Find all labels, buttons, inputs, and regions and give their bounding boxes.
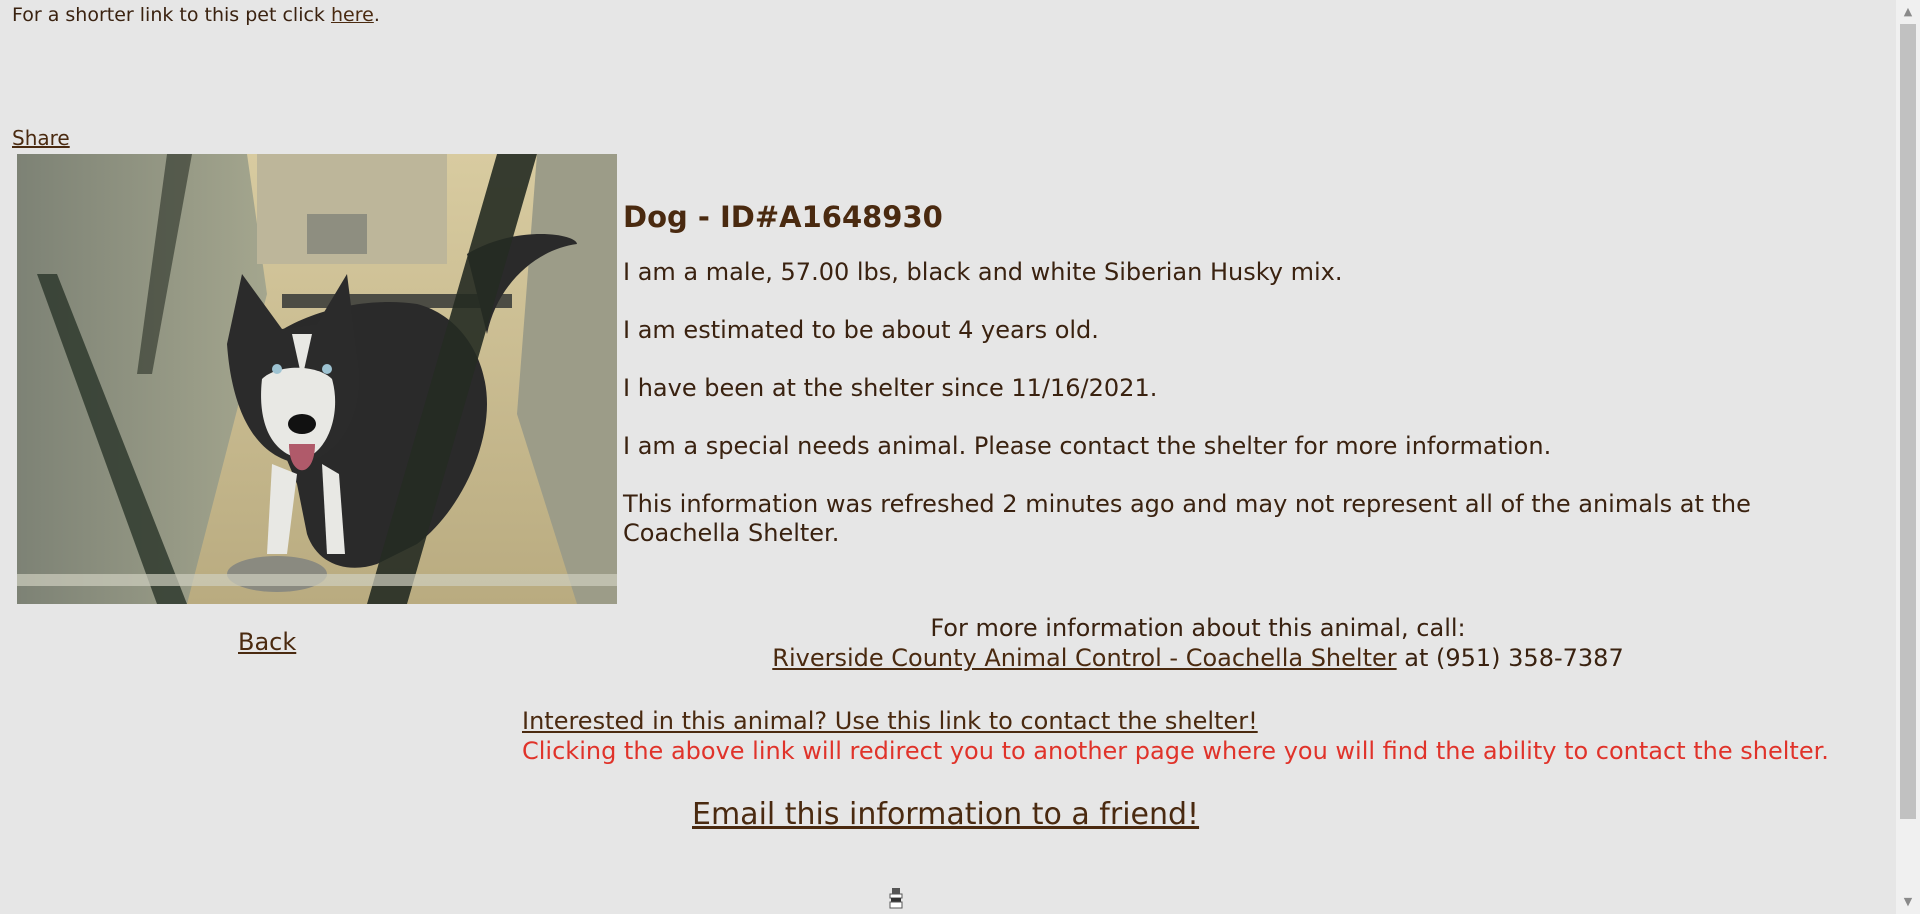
- call-intro: For more information about this animal, …: [930, 614, 1466, 642]
- pet-intake-date: I have been at the shelter since 11/16/2…: [623, 374, 1158, 402]
- dog-photo: [17, 154, 617, 604]
- contact-shelter: Interested in this animal? Use this link…: [522, 706, 1882, 766]
- loading-icon: [886, 886, 906, 914]
- shortlink-suffix: .: [373, 4, 380, 26]
- call-line: Riverside County Animal Control - Coache…: [623, 643, 1773, 673]
- scroll-up-icon[interactable]: ▲: [1896, 2, 1920, 22]
- scrollbar-thumb[interactable]: [1900, 24, 1916, 819]
- shelter-phone: at (951) 358-7387: [1396, 644, 1624, 672]
- pet-description: I am a male, 57.00 lbs, black and white …: [623, 258, 1343, 286]
- share-link[interactable]: Share: [12, 127, 70, 149]
- email-friend-link[interactable]: Email this information to a friend!: [692, 797, 1199, 833]
- pet-title: Dog - ID#A1648930: [623, 200, 943, 234]
- pet-special-needs: I am a special needs animal. Please cont…: [623, 432, 1552, 460]
- refresh-notice: This information was refreshed 2 minutes…: [623, 490, 1751, 547]
- pet-detail-page: For a shorter link to this pet click her…: [0, 0, 1896, 914]
- contact-shelter-link[interactable]: Interested in this animal? Use this link…: [522, 707, 1258, 735]
- call-info: For more information about this animal, …: [623, 613, 1773, 673]
- vertical-scrollbar[interactable]: ▲ ▼: [1896, 0, 1920, 914]
- scroll-down-icon[interactable]: ▼: [1896, 892, 1920, 912]
- shortlink-here-link[interactable]: here: [331, 4, 374, 26]
- pet-info: Dog - ID#A1648930 I am a male, 57.00 lbs…: [623, 198, 1833, 577]
- redirect-warning: Clicking the above link will redirect yo…: [522, 737, 1829, 765]
- shelter-link[interactable]: Riverside County Animal Control - Coache…: [772, 644, 1396, 672]
- shortlink-line: For a shorter link to this pet click her…: [12, 4, 380, 26]
- pet-age: I am estimated to be about 4 years old.: [623, 316, 1099, 344]
- shortlink-text: For a shorter link to this pet click: [12, 4, 331, 26]
- back-link[interactable]: Back: [238, 628, 296, 656]
